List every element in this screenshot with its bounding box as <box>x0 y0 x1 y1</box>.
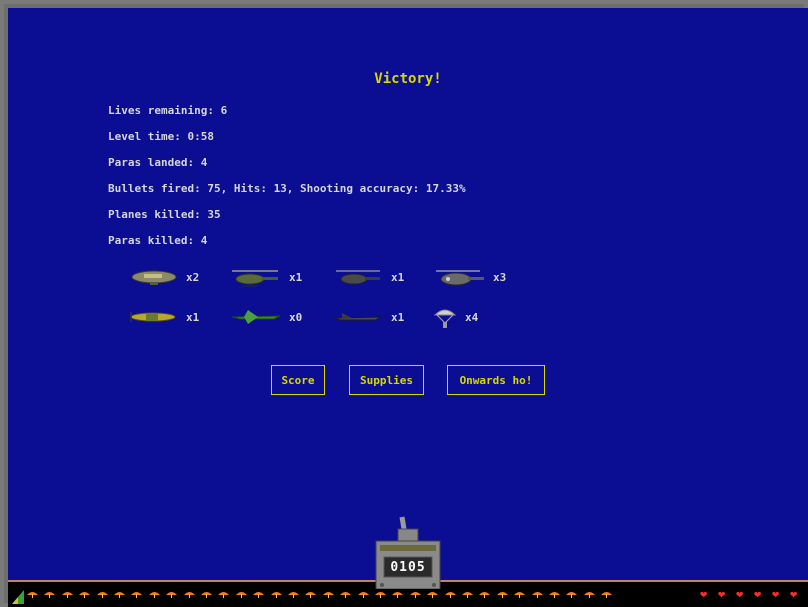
parachute-icon <box>114 592 125 598</box>
gunship-helicopter-icon <box>436 270 484 286</box>
parachute-icon <box>27 592 38 598</box>
ammo-gauge-icon <box>12 590 24 604</box>
heart-icon: ❤ <box>772 587 780 601</box>
parachute-icon <box>462 592 473 598</box>
heart-icon: ❤ <box>736 587 744 601</box>
score-display: 0105 <box>390 560 426 575</box>
parachute-icon <box>183 592 195 598</box>
parachute-icon <box>583 592 595 598</box>
bullets-fired: Bullets fired: 75, Hits: 13, Shooting ac… <box>108 182 466 195</box>
parachute-icon <box>427 592 439 598</box>
parachute-icon <box>566 592 578 598</box>
parachute-icon <box>549 592 560 598</box>
parachute-icon <box>61 592 73 598</box>
parachute-icon <box>44 592 56 598</box>
kill-count: x2 <box>186 271 200 284</box>
window-frame: Victory! Lives remaining: 6 Level time: … <box>0 0 808 607</box>
score-button[interactable]: Score <box>271 365 325 395</box>
kill-count: x1 <box>289 271 303 284</box>
jet-fighter-icon <box>231 310 281 324</box>
planes-killed: Planes killed: 35 <box>108 208 221 221</box>
parachute-icon <box>131 592 143 598</box>
paras-landed: Paras landed: 4 <box>108 156 208 169</box>
turret-icon <box>375 516 441 589</box>
heart-icon: ❤ <box>700 587 708 601</box>
game-screen: Victory! Lives remaining: 6 Level time: … <box>8 8 808 607</box>
victory-title: Victory! <box>374 71 442 87</box>
parachute-icon <box>288 592 299 598</box>
helicopter-icon <box>336 270 380 285</box>
kill-item: x1 <box>332 307 412 329</box>
attack-helicopter-icon <box>232 270 278 287</box>
parachute-icon <box>409 592 421 598</box>
kill-item: x3 <box>434 267 514 289</box>
level-time: Level time: 0:58 <box>108 130 214 143</box>
stealth-jet-icon <box>333 313 382 321</box>
heart-icon: ❤ <box>754 587 762 601</box>
parachute-icon <box>270 592 282 598</box>
parachute-icon <box>253 592 265 598</box>
lives-remaining: Lives remaining: 6 <box>108 104 228 117</box>
blimp-icon <box>131 270 177 285</box>
parachute-icon <box>531 592 543 598</box>
paras-killed: Paras killed: 4 <box>108 234 208 247</box>
kill-item: x2 <box>130 267 210 289</box>
parachute-icon <box>514 592 526 598</box>
kill-count: x1 <box>391 271 405 284</box>
parachute-icon <box>96 592 108 598</box>
kill-item: x4 <box>432 307 512 329</box>
parachute-icon <box>479 592 491 598</box>
parachute-icon <box>218 592 230 598</box>
parachute-icon <box>166 592 178 598</box>
parachute-icon <box>375 592 386 598</box>
kill-item: x0 <box>230 307 310 329</box>
kill-item: x1 <box>230 267 310 289</box>
parachute-icon <box>392 592 404 598</box>
parachute-icon <box>305 592 317 598</box>
parachute-icon <box>79 592 91 598</box>
parachute-icon <box>201 592 212 598</box>
heart-icon: ❤ <box>790 587 798 601</box>
parachute-icon <box>322 592 334 598</box>
parachute-icon <box>148 592 160 598</box>
propeller-plane-icon <box>130 312 176 322</box>
kill-count: x0 <box>289 311 303 324</box>
kill-count: x4 <box>465 311 479 324</box>
parachute-icon <box>601 592 613 598</box>
parachute-icon <box>340 592 352 598</box>
kill-count: x1 <box>186 311 200 324</box>
supplies-button[interactable]: Supplies <box>349 365 424 395</box>
onwards-button[interactable]: Onwards ho! <box>447 365 545 395</box>
heart-icon: ❤ <box>718 587 726 601</box>
parachute-icon <box>235 592 247 598</box>
kill-item: x1 <box>332 267 412 289</box>
kill-count: x1 <box>391 311 405 324</box>
parachute-icon <box>357 592 369 598</box>
kill-item: x1 <box>128 307 208 329</box>
kill-count: x3 <box>493 271 507 284</box>
paratrooper-icon <box>433 309 457 328</box>
parachute-icon <box>444 592 456 598</box>
parachute-icon <box>496 592 508 598</box>
